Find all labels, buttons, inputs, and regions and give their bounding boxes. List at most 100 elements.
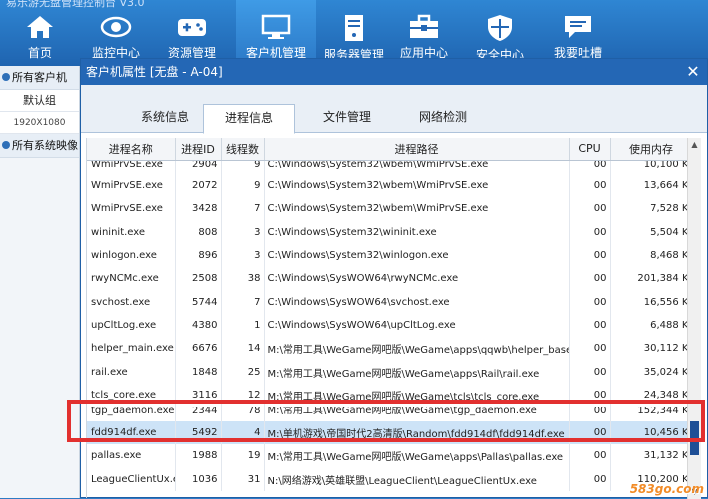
cell-path: M:\常用工具\WeGame网吧版\WeGame\tgp_daemon.exe: [264, 406, 570, 421]
cell-threads: 14: [221, 337, 265, 361]
scroll-thumb[interactable]: [690, 421, 699, 456]
dialog-title: 客户机属性 [无盘 - A-04]: [86, 65, 223, 79]
cell-path: C:\Windows\System32\wininit.exe: [264, 220, 570, 244]
toolbox-icon: [410, 14, 438, 38]
home-icon: [27, 16, 53, 38]
server-icon: [345, 15, 363, 41]
scroll-up-icon[interactable]: ▲: [688, 138, 701, 152]
dialog-titlebar: 客户机属性 [无盘 - A-04] ✕: [81, 59, 707, 85]
column-header-cpu[interactable]: CPU: [569, 138, 611, 161]
cell-pid: 2508: [175, 267, 222, 291]
cell-name: upCltLog.exe: [87, 313, 176, 338]
cell-pid: 5492: [175, 420, 222, 445]
sidebar-item-all-images[interactable]: 所有系统映像: [0, 134, 79, 158]
sidebar-item-label: 所有系统映像: [12, 139, 78, 152]
tab-network-check[interactable]: 网络检测: [397, 104, 489, 133]
cell-mem: 10,456 K: [610, 420, 691, 445]
cell-name: svchost.exe: [87, 290, 176, 314]
cell-threads: 4: [221, 420, 265, 445]
cell-pid: 3428: [175, 197, 222, 221]
cell-mem: 201,384 K: [610, 267, 691, 291]
sidebar-item-default-group[interactable]: 默认组: [0, 90, 79, 112]
top-navigation-bar: 易乐游无盘管理控制台 V3.0 首页 监控中心 资源管理 客户机管理 服务器管理…: [0, 0, 708, 66]
table-row[interactable]: LeagueClientUx.exe103631N:\网络游戏\英雄联盟\Lea…: [87, 467, 691, 491]
cell-mem: 31,132 K: [610, 444, 691, 468]
nav-monitor-center[interactable]: 监控中心: [76, 0, 156, 66]
column-header-memory[interactable]: 使用内存: [610, 138, 691, 161]
cell-cpu: 00: [569, 267, 611, 291]
cell-name: wininit.exe: [87, 220, 176, 244]
cell-cpu: 00: [569, 197, 611, 221]
table-row[interactable]: helper_main.exe 6676 14 M:\常用工具\WeGame网吧版\W…: [87, 337, 691, 361]
table-row[interactable]: upCltLog.exe 4380 1 C:\Windows\SysWOW64\upC…: [87, 313, 691, 338]
nav-client-management[interactable]: 客户机管理: [236, 0, 316, 66]
nav-security-center[interactable]: 安全中心: [460, 0, 540, 66]
column-header-path[interactable]: 进程路径: [264, 138, 570, 161]
chat-icon: [565, 16, 591, 38]
table-row-selected[interactable]: fdd914df.exe 5492 4 M:\单机游戏\帝国时代2高清版\Random…: [87, 420, 691, 445]
close-icon[interactable]: ✕: [685, 59, 701, 85]
table-row[interactable]: WmiPrvSE.exe 3428 7 C:\Windows\System32\wbe…: [87, 197, 691, 221]
cell-path: C:\Windows\System32\winlogon.exe: [264, 243, 570, 268]
cell-pid: 1036: [175, 467, 222, 491]
cell-cpu: 00: [569, 360, 611, 384]
cell-threads: 78: [221, 406, 265, 421]
table-row[interactable]: WmiPrvSE.exe 2904 9 C:\Windows\System32\wbe…: [87, 160, 691, 174]
cell-path: N:\网络游戏\英雄联盟\LeagueClient\LeagueClientUx…: [264, 467, 570, 491]
sidebar-item-all-clients[interactable]: 所有客户机: [0, 66, 79, 90]
cell-name: tcls_core.exe: [87, 383, 176, 407]
nav-home[interactable]: 首页: [0, 0, 80, 66]
table-row[interactable]: pallas.exe 1988 19 M:\常用工具\WeGame网吧版\WeGame…: [87, 444, 691, 468]
sidebar-item-resolution[interactable]: 1920X1080: [0, 112, 79, 134]
column-header-pid[interactable]: 进程ID: [175, 138, 222, 161]
gamepad-icon: [178, 19, 206, 36]
tab-process-info[interactable]: 进程信息: [203, 104, 295, 134]
column-header-threads[interactable]: 线程数: [221, 138, 265, 161]
cell-name: tgp_daemon.exe: [87, 406, 176, 421]
nav-app-center[interactable]: 应用中心: [384, 0, 464, 66]
shield-icon: [488, 15, 512, 41]
tab-system-info[interactable]: 系统信息: [119, 104, 211, 133]
cell-threads: 19: [221, 444, 265, 468]
cell-path: C:\Windows\SysWOW64\rwyNCMc.exe: [264, 267, 570, 291]
cell-path: M:\常用工具\WeGame网吧版\WeGame\apps\Rail\rail.…: [264, 360, 570, 384]
table-row[interactable]: rwyNCMc.exe 2508 38 C:\Windows\SysWOW64\rwy…: [87, 267, 691, 291]
cell-threads: 9: [221, 174, 265, 198]
cell-name: WmiPrvSE.exe: [87, 197, 176, 221]
cell-cpu: 00: [569, 313, 611, 338]
table-row[interactable]: winlogon.exe 896 3 C:\Windows\System32\winl…: [87, 243, 691, 268]
watermark: 583go.com: [629, 482, 704, 496]
cell-mem: 6,488 K: [610, 313, 691, 338]
table-header-row: 进程名称 进程ID 线程数 进程路径 CPU 使用内存: [87, 138, 691, 161]
nav-feedback[interactable]: 我要吐槽: [538, 0, 618, 66]
column-header-name[interactable]: 进程名称: [87, 138, 176, 161]
cell-threads: 12: [221, 383, 265, 407]
cell-mem: 7,528 K: [610, 197, 691, 221]
tab-file-management[interactable]: 文件管理: [301, 104, 393, 133]
cell-path: M:\常用工具\WeGame网吧版\WeGame\apps\qqwb\helpe…: [264, 337, 570, 361]
cell-threads: 1: [221, 313, 265, 338]
cell-mem: 5,504 K: [610, 220, 691, 244]
table-row[interactable]: svchost.exe 5744 7 C:\Windows\SysWOW64\svch…: [87, 290, 691, 314]
dialog-tabs: 系统信息 进程信息 文件管理 网络检测: [81, 85, 707, 134]
nav-server-management[interactable]: 服务器管理: [314, 0, 394, 66]
cell-cpu: 00: [569, 383, 611, 407]
table-scrollbar[interactable]: ▲ ▼: [687, 138, 701, 499]
client-properties-dialog: 客户机属性 [无盘 - A-04] ✕ 系统信息 进程信息 文件管理 网络检测 …: [80, 58, 708, 499]
cell-mem: 8,468 K: [610, 243, 691, 268]
eye-icon: [100, 16, 132, 38]
table-row[interactable]: tgp_daemon.exe 2344 78 M:\常用工具\WeGame网吧版\We…: [87, 406, 691, 421]
cell-pid: 2904: [175, 160, 222, 174]
cell-name: helper_main.exe: [87, 337, 176, 361]
table-row[interactable]: tcls_core.exe 3116 12 M:\常用工具\WeGame网吧版\WeG…: [87, 383, 691, 407]
cell-mem: 16,556 K: [610, 290, 691, 314]
cell-threads: 9: [221, 160, 265, 174]
table-row[interactable]: WmiPrvSE.exe 2072 9 C:\Windows\System32\wbe…: [87, 174, 691, 198]
cell-name: LeagueClientUx.exe: [87, 467, 176, 491]
table-row[interactable]: rail.exe 1848 25 M:\常用工具\WeGame网吧版\WeGame\a…: [87, 360, 691, 384]
table-row[interactable]: wininit.exe 808 3 C:\Windows\System32\winin…: [87, 220, 691, 244]
cell-name: WmiPrvSE.exe: [87, 174, 176, 198]
cell-cpu: 00: [569, 337, 611, 361]
cell-mem: 10,100 K: [610, 160, 691, 174]
nav-resource-management[interactable]: 资源管理: [152, 0, 232, 66]
